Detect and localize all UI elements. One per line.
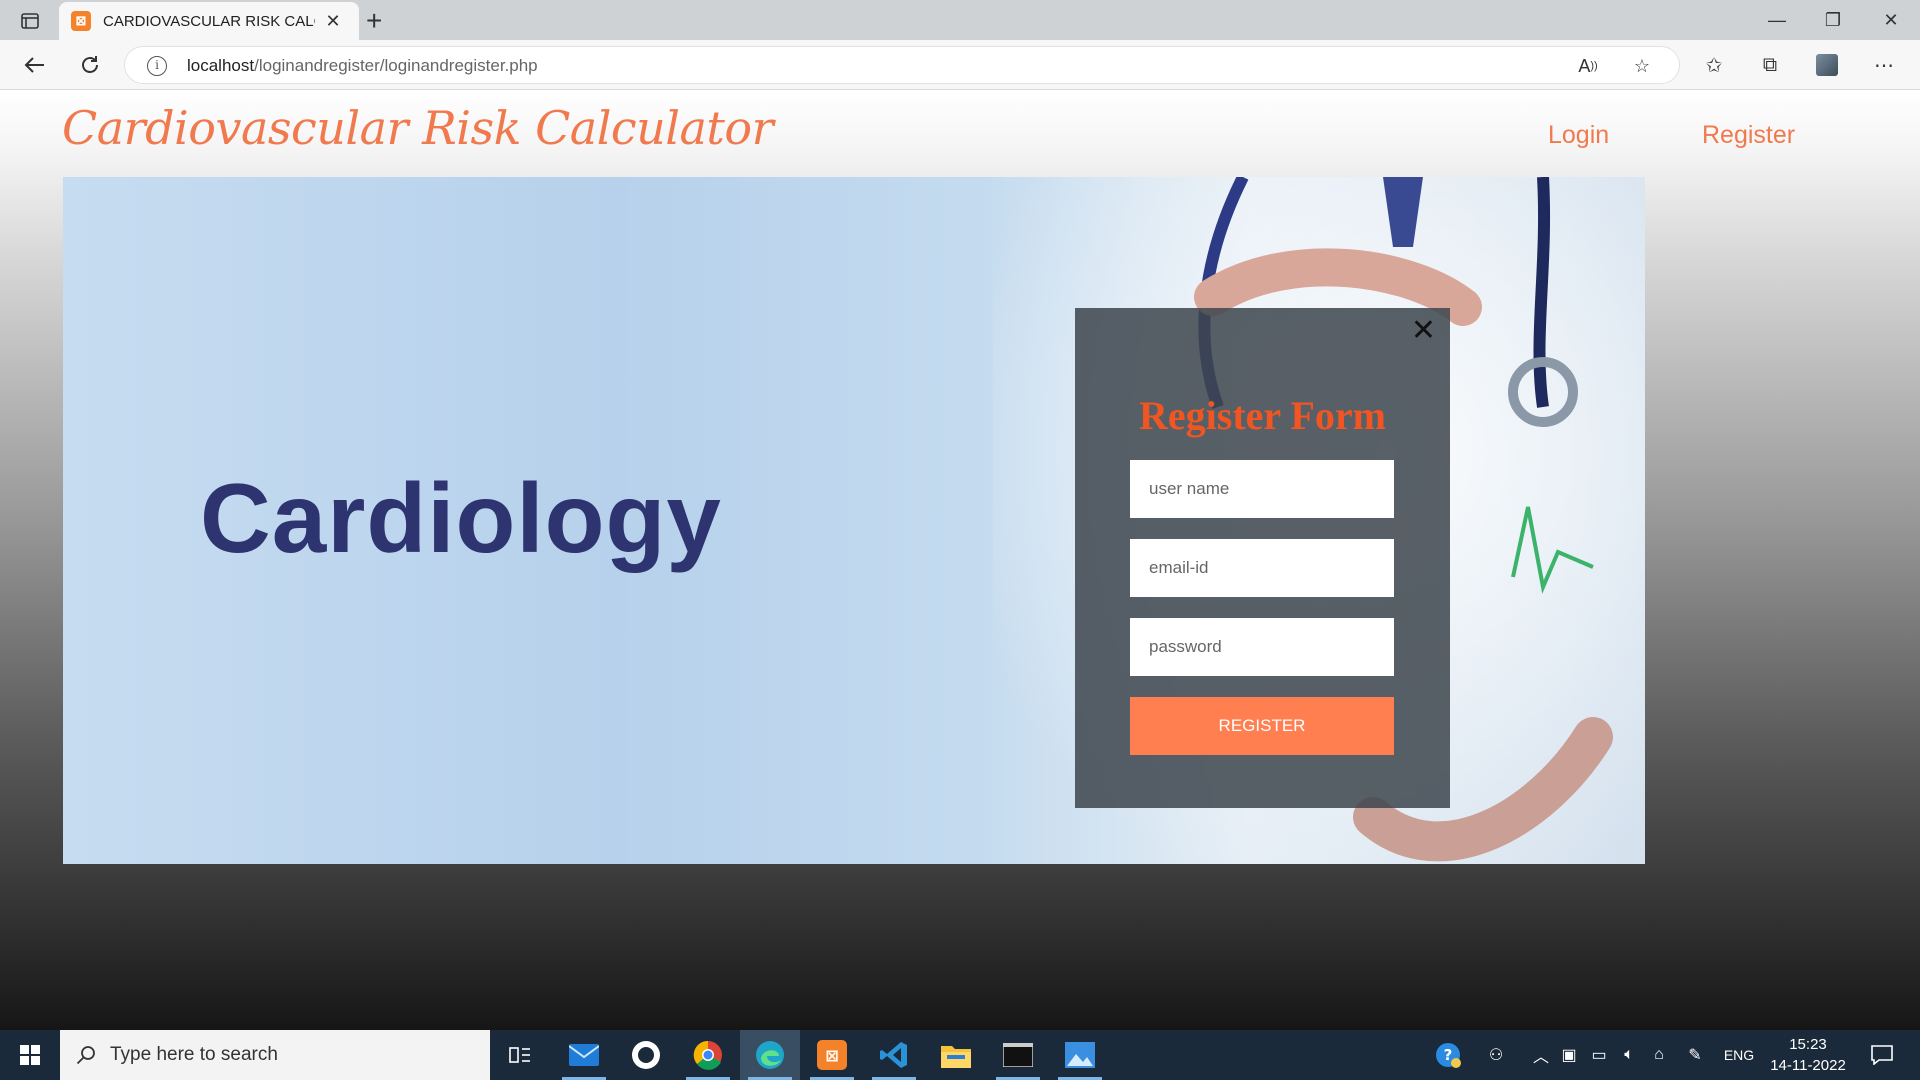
windows-start-icon[interactable]	[0, 1030, 60, 1080]
register-button[interactable]: REGISTER	[1130, 697, 1394, 755]
search-icon	[76, 1046, 95, 1065]
cardiology-heading: Cardiology	[200, 463, 722, 573]
nav-register-link[interactable]: Register	[1702, 121, 1795, 150]
tray-chevron-up-icon[interactable]: ︿	[1528, 1030, 1554, 1080]
edge-app-icon[interactable]	[740, 1030, 800, 1080]
window-close-icon[interactable]: ✕	[1863, 6, 1919, 34]
network-icon[interactable]: ⌂	[1646, 1030, 1672, 1080]
help-icon[interactable]: ?	[1428, 1030, 1468, 1080]
svg-text:⊠: ⊠	[825, 1046, 838, 1065]
tab-title: CARDIOVASCULAR RISK CALCUL	[103, 12, 315, 30]
more-menu-icon[interactable]: ⋯	[1868, 50, 1900, 80]
taskbar-search-box[interactable]: Type here to search	[60, 1030, 490, 1080]
notifications-icon[interactable]	[1862, 1030, 1902, 1080]
favorites-icon[interactable]: ✩	[1698, 50, 1730, 80]
restore-icon[interactable]: ❐	[1805, 6, 1861, 34]
chrome-app-icon[interactable]	[678, 1030, 738, 1080]
xampp-app-icon[interactable]: ⊠	[802, 1030, 862, 1080]
battery-icon[interactable]: ▭	[1586, 1030, 1612, 1080]
file-explorer-icon[interactable]	[926, 1030, 986, 1080]
clock-time: 15:23	[1789, 1036, 1827, 1053]
site-logo[interactable]: Cardiovascular Risk Calculator	[62, 101, 774, 155]
refresh-icon[interactable]	[74, 50, 106, 80]
people-icon[interactable]: ⚇	[1478, 1030, 1514, 1080]
url-bar[interactable]: i localhost/loginandregister/loginandreg…	[124, 46, 1680, 84]
email-input[interactable]	[1130, 539, 1394, 597]
register-modal: ✕ Register Form REGISTER	[1075, 308, 1450, 808]
photos-app-icon[interactable]	[1050, 1030, 1110, 1080]
language-indicator[interactable]: ENG	[1718, 1030, 1760, 1080]
address-bar-row: i localhost/loginandregister/loginandreg…	[0, 40, 1920, 90]
tab-actions-icon[interactable]	[16, 10, 44, 32]
task-view-icon[interactable]	[490, 1030, 550, 1080]
register-form-title: Register Form	[1139, 393, 1386, 438]
minimize-icon[interactable]: —	[1749, 6, 1805, 34]
username-input[interactable]	[1130, 460, 1394, 518]
new-tab-icon[interactable]: +	[366, 5, 382, 37]
vscode-app-icon[interactable]	[864, 1030, 924, 1080]
add-favorite-icon[interactable]: ☆	[1629, 53, 1655, 79]
browser-tab-active[interactable]: ⊠ CARDIOVASCULAR RISK CALCUL ✕	[59, 2, 359, 40]
mail-app-icon[interactable]	[554, 1030, 614, 1080]
read-aloud-icon[interactable]: A))	[1575, 53, 1601, 79]
clock-date: 14-11-2022	[1770, 1057, 1846, 1074]
nav-login-link[interactable]: Login	[1548, 121, 1609, 150]
xampp-favicon-icon: ⊠	[71, 11, 91, 31]
page-body: Cardiovascular Risk Calculator Login Reg…	[0, 91, 1920, 1030]
password-input[interactable]	[1130, 618, 1394, 676]
taskbar-search-placeholder: Type here to search	[110, 1044, 278, 1065]
url-host: localhost	[187, 56, 255, 75]
modal-close-icon[interactable]: ✕	[1411, 316, 1436, 346]
profile-avatar[interactable]	[1811, 50, 1843, 80]
pen-icon[interactable]: ✎	[1680, 1030, 1710, 1080]
site-info-icon[interactable]: i	[147, 56, 167, 76]
tab-close-icon[interactable]: ✕	[323, 11, 343, 32]
taskbar-clock[interactable]: 15:23 14-11-2022	[1766, 1034, 1850, 1076]
back-arrow-icon[interactable]	[18, 50, 50, 80]
github-app-icon[interactable]	[616, 1030, 676, 1080]
url-path: /loginandregister/loginandregister.php	[254, 56, 538, 75]
url-text: localhost/loginandregister/loginandregis…	[187, 56, 538, 76]
terminal-app-icon[interactable]	[988, 1030, 1048, 1080]
svg-text:?: ?	[1444, 1046, 1453, 1064]
browser-tab-bar: ⊠ CARDIOVASCULAR RISK CALCUL ✕ + — ❐ ✕	[0, 0, 1920, 40]
meet-now-icon[interactable]: ▣	[1556, 1030, 1582, 1080]
volume-icon[interactable]: 🔈︎	[1616, 1030, 1642, 1080]
windows-taskbar: Type here to search ⊠ ? ⚇ ︿ ▣ ▭ 🔈︎ ⌂ ✎ E…	[0, 1030, 1920, 1080]
collections-icon[interactable]: ⧉	[1754, 50, 1786, 80]
